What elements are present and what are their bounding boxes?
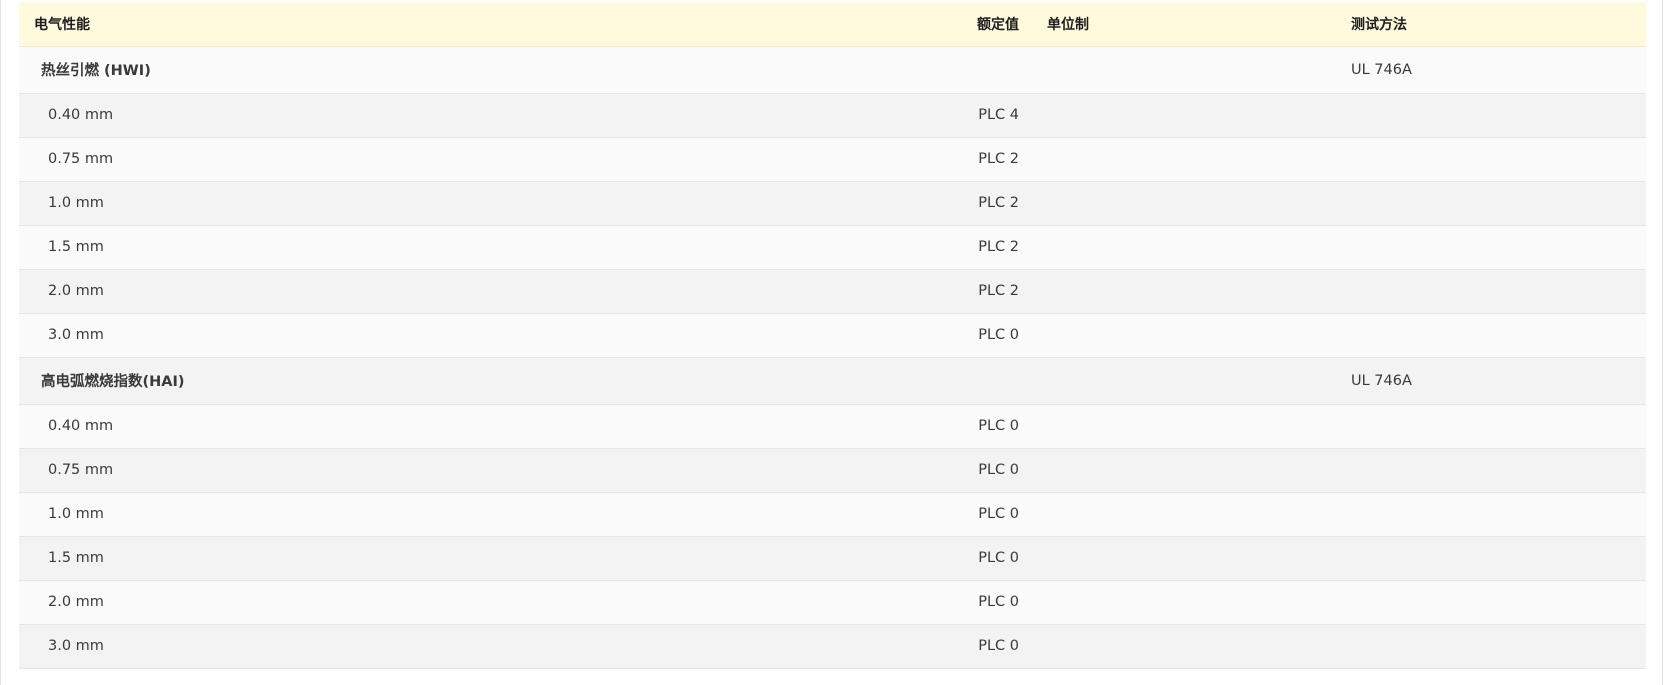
group-row: 高电弧燃烧指数(HAI) UL 746A	[19, 357, 1646, 404]
row-test-method	[1351, 580, 1646, 624]
table-row: 0.75 mm PLC 0	[19, 448, 1646, 492]
row-rated-value: PLC 0	[978, 594, 1019, 610]
group-title: 高电弧燃烧指数(HAI)	[41, 374, 185, 390]
row-thickness: 3.0 mm	[48, 327, 104, 343]
row-thickness: 0.75 mm	[48, 151, 114, 167]
row-unit	[1019, 448, 1351, 492]
row-test-method	[1351, 181, 1646, 225]
table-row: 3.0 mm PLC 0	[19, 313, 1646, 357]
table-row: 1.0 mm PLC 0	[19, 492, 1646, 536]
group-unit	[1019, 46, 1351, 93]
row-unit	[1019, 580, 1351, 624]
row-thickness: 0.75 mm	[48, 462, 114, 478]
row-rated-value: PLC 0	[978, 418, 1019, 434]
group-title: 热丝引燃 (HWI)	[41, 63, 151, 79]
row-test-method	[1351, 404, 1646, 448]
header-row: 电气性能 额定值 单位制 测试方法	[19, 2, 1646, 47]
row-test-method	[1351, 225, 1646, 269]
header-property: 电气性能	[19, 2, 909, 47]
table-row: 1.5 mm PLC 2	[19, 225, 1646, 269]
row-unit	[1019, 492, 1351, 536]
row-test-method	[1351, 313, 1646, 357]
table-row: 2.0 mm PLC 0	[19, 580, 1646, 624]
row-unit	[1019, 93, 1351, 137]
table-row: 2.0 mm PLC 2	[19, 269, 1646, 313]
page-frame: 电气性能 额定值 单位制 测试方法 热丝引燃 (HWI) UL 746A 0.40 …	[0, 0, 1663, 685]
row-rated-value: PLC 0	[978, 462, 1019, 478]
group-value	[909, 357, 1019, 404]
row-thickness: 2.0 mm	[48, 283, 104, 299]
row-rated-value: PLC 2	[978, 283, 1019, 299]
electrical-properties-table: 电气性能 额定值 单位制 测试方法 热丝引燃 (HWI) UL 746A 0.40 …	[19, 2, 1646, 669]
row-test-method	[1351, 624, 1646, 668]
row-thickness: 0.40 mm	[48, 418, 114, 434]
group-test-method: UL 746A	[1351, 372, 1412, 389]
table-row: 0.75 mm PLC 2	[19, 137, 1646, 181]
row-test-method	[1351, 492, 1646, 536]
row-rated-value: PLC 0	[978, 550, 1019, 566]
row-test-method	[1351, 269, 1646, 313]
row-rated-value: PLC 0	[978, 638, 1019, 654]
table-header: 电气性能 额定值 单位制 测试方法	[19, 2, 1646, 47]
group-value	[909, 46, 1019, 93]
row-thickness: 2.0 mm	[48, 594, 104, 610]
group-test-method: UL 746A	[1351, 61, 1412, 78]
row-thickness: 1.0 mm	[48, 195, 104, 211]
row-unit	[1019, 225, 1351, 269]
table-row: 3.0 mm PLC 0	[19, 624, 1646, 668]
header-rated-value: 额定值	[909, 2, 1019, 47]
row-test-method	[1351, 93, 1646, 137]
table-row: 0.40 mm PLC 0	[19, 404, 1646, 448]
header-unit: 单位制	[1019, 2, 1351, 47]
row-test-method	[1351, 536, 1646, 580]
table-row: 1.5 mm PLC 0	[19, 536, 1646, 580]
row-unit	[1019, 536, 1351, 580]
row-test-method	[1351, 448, 1646, 492]
row-unit	[1019, 624, 1351, 668]
row-thickness: 0.40 mm	[48, 107, 114, 123]
row-thickness: 3.0 mm	[48, 638, 104, 654]
row-test-method	[1351, 137, 1646, 181]
row-unit	[1019, 137, 1351, 181]
row-thickness: 1.5 mm	[48, 239, 104, 255]
row-thickness: 1.0 mm	[48, 506, 104, 522]
table-row: 1.0 mm PLC 2	[19, 181, 1646, 225]
row-unit	[1019, 269, 1351, 313]
group-row: 热丝引燃 (HWI) UL 746A	[19, 46, 1646, 93]
row-unit	[1019, 404, 1351, 448]
row-unit	[1019, 313, 1351, 357]
table-row: 0.40 mm PLC 4	[19, 93, 1646, 137]
row-thickness: 1.5 mm	[48, 550, 104, 566]
row-rated-value: PLC 0	[978, 506, 1019, 522]
header-test-method: 测试方法	[1351, 2, 1646, 47]
row-unit	[1019, 181, 1351, 225]
row-rated-value: PLC 4	[978, 107, 1019, 123]
row-rated-value: PLC 2	[978, 195, 1019, 211]
row-rated-value: PLC 2	[978, 239, 1019, 255]
table-body: 热丝引燃 (HWI) UL 746A 0.40 mm PLC 4 0.75 mm PLC …	[19, 46, 1646, 668]
row-rated-value: PLC 0	[978, 327, 1019, 343]
row-rated-value: PLC 2	[978, 151, 1019, 167]
group-unit	[1019, 357, 1351, 404]
